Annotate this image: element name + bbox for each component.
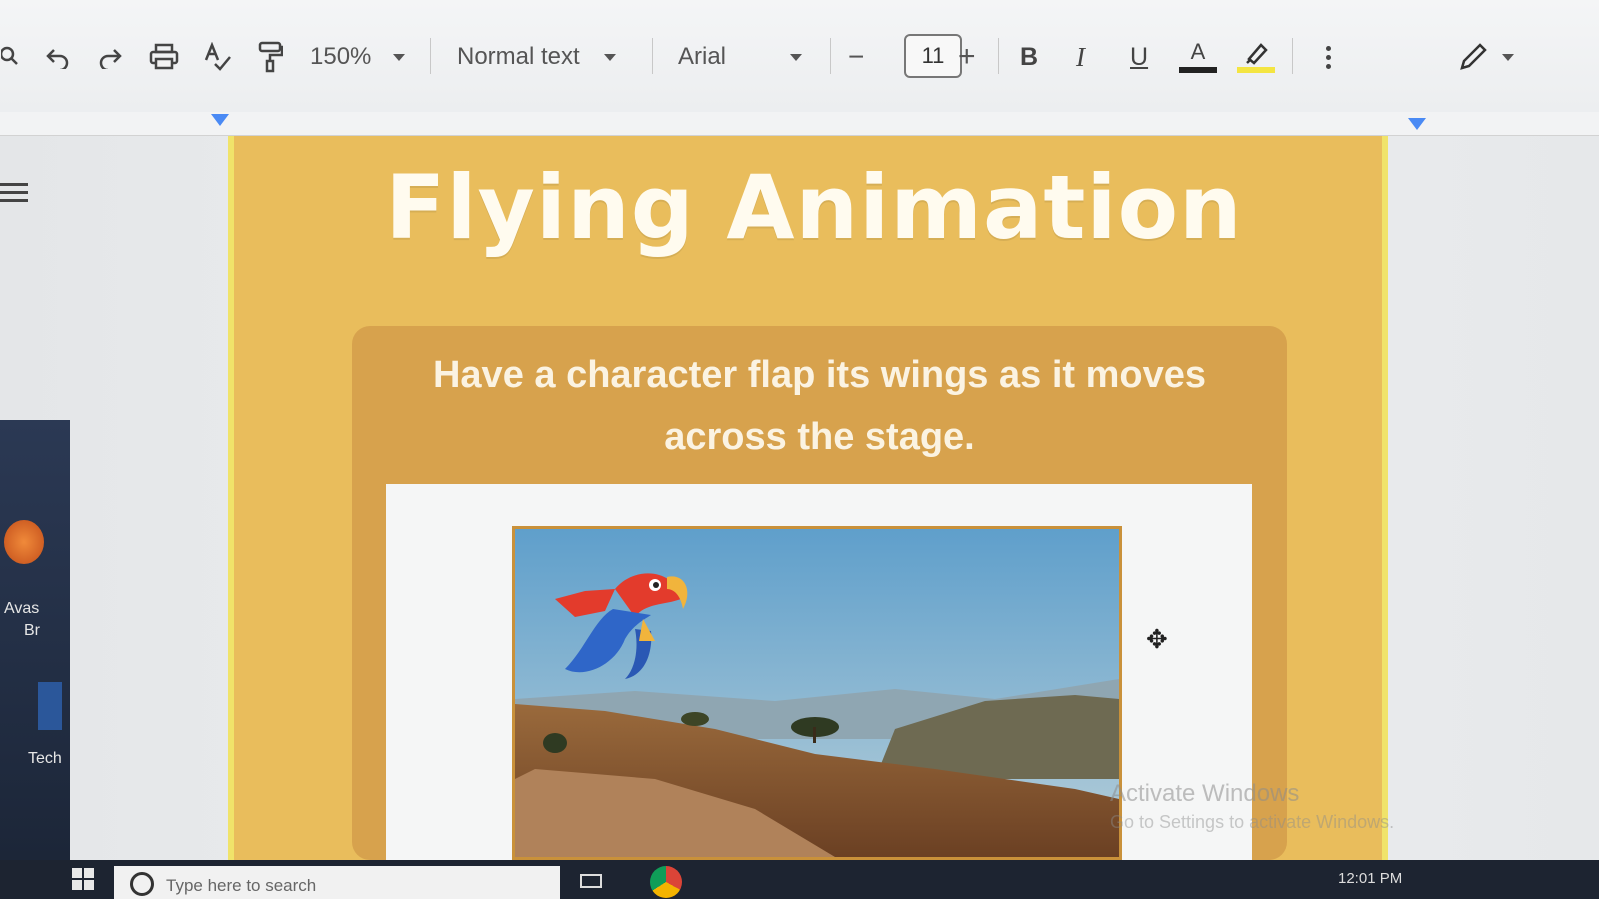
taskbar-search-placeholder: Type here to search [166,876,317,895]
divider [830,38,831,74]
right-indent-marker[interactable] [1408,118,1426,130]
chevron-down-icon [1502,53,1514,61]
avast-icon[interactable] [4,520,44,564]
search-icon [130,872,154,896]
chevron-down-icon [393,53,406,61]
zoom-select[interactable]: 150% [310,37,406,77]
highlight-swatch [1237,67,1275,73]
clock[interactable]: 12:01 PM [1338,870,1402,887]
editing-mode-button[interactable] [1458,37,1514,77]
windows-start-icon[interactable] [72,868,96,892]
page-title: Flying Animation [385,156,1243,259]
search-menus-icon[interactable] [0,37,30,77]
desktop-label: Br [24,622,40,639]
zoom-value: 150% [310,43,372,70]
text-color-button[interactable]: A [1178,37,1218,77]
divider [430,38,431,74]
increase-font-size-button[interactable]: + [958,37,976,77]
bold-button[interactable]: B [1020,37,1038,77]
outline-icon[interactable] [0,178,30,207]
italic-button[interactable]: I [1076,37,1085,77]
spellcheck-icon[interactable] [200,37,236,77]
highlighter-icon [1246,43,1268,65]
divider [1292,38,1293,74]
font-value: Arial [678,43,727,70]
print-icon[interactable] [146,37,182,77]
pencil-icon [1460,43,1487,70]
ruler [0,112,1599,136]
decrease-font-size-button[interactable]: − [848,37,864,77]
activation-watermark-sub: Go to Settings to activate Windows. [1110,812,1395,832]
document-page[interactable]: Flying Animation Have a character flap i… [228,136,1388,860]
stage-image[interactable] [512,526,1122,860]
move-icon[interactable]: ✥ [1146,624,1168,655]
style-value: Normal text [457,43,580,70]
desktop-label: Tech [28,750,62,767]
chrome-icon[interactable] [650,866,682,898]
taskbar: Type here to search 12:01 PM [0,860,1599,899]
font-size-input[interactable]: 11 [904,34,962,78]
docs-app: 150% Normal text Arial − 11 + B I U A Fl… [0,0,1599,860]
activation-watermark: Activate Windows [1110,780,1300,807]
left-indent-marker[interactable] [211,114,229,126]
text-color-swatch [1179,67,1217,73]
divider [652,38,653,74]
font-select[interactable]: Arial [678,37,803,77]
underline-button[interactable]: U [1130,37,1148,77]
divider [998,38,999,74]
style-select[interactable]: Normal text [457,37,616,77]
more-options-icon[interactable] [1318,37,1338,77]
word-icon[interactable] [38,682,62,730]
desktop-icons-strip: Avas Br Tech [0,420,70,860]
chevron-down-icon [790,53,803,61]
task-view-icon[interactable] [580,874,602,888]
redo-icon[interactable] [92,37,128,77]
highlight-color-button[interactable] [1236,37,1276,77]
document-canvas: Flying Animation Have a character flap i… [0,136,1599,860]
paint-format-icon[interactable] [252,37,288,77]
taskbar-search-input[interactable]: Type here to search [114,866,560,899]
text-color-letter: A [1190,39,1206,64]
undo-icon[interactable] [40,37,76,77]
desktop-label: Avas [4,600,40,617]
chevron-down-icon [603,53,616,61]
toolbar: 150% Normal text Arial − 11 + B I U A [0,0,1599,112]
page-subtitle: Have a character flap its wings as it mo… [432,354,1206,458]
